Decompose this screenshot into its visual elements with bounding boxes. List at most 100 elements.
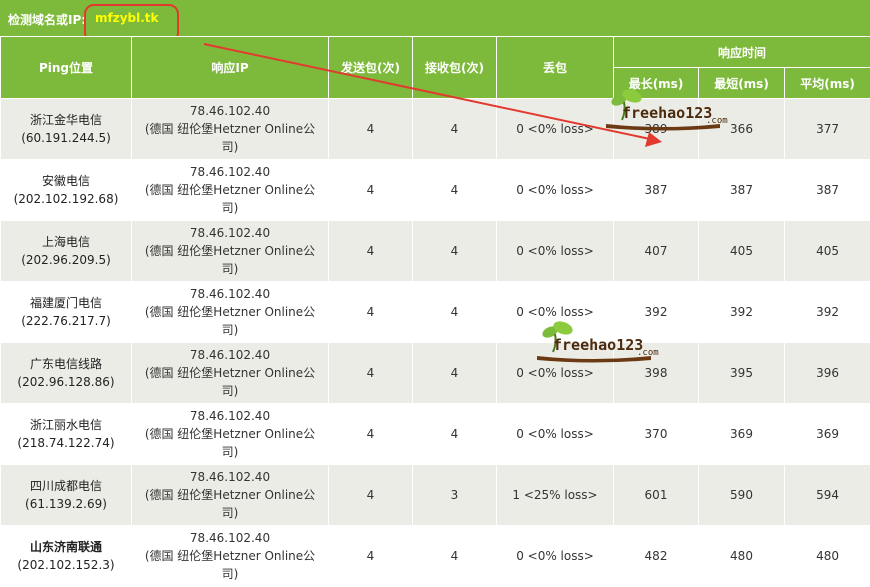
col-received: 接收包(次) xyxy=(413,37,497,99)
cell-min: 405 xyxy=(699,221,785,282)
cell-loss: 0 <0% loss> xyxy=(497,526,614,587)
response-ip-info-2: 司) xyxy=(132,321,328,339)
response-ip: 78.46.102.40 xyxy=(132,407,328,425)
cell-min: 480 xyxy=(699,526,785,587)
cell-ip: 78.46.102.40(德国 纽伦堡Hetzner Online公司) xyxy=(132,221,329,282)
cell-received: 4 xyxy=(413,526,497,587)
cell-avg: 594 xyxy=(785,465,870,526)
cell-location: 四川成都电信(61.139.2.69) xyxy=(1,465,132,526)
response-ip: 78.46.102.40 xyxy=(132,102,328,120)
query-label: 检测域名或IP: xyxy=(8,11,86,28)
cell-avg: 392 xyxy=(785,282,870,343)
cell-max: 601 xyxy=(614,465,699,526)
cell-location: 安徽电信(202.102.192.68) xyxy=(1,160,132,221)
table-row: 安徽电信(202.102.192.68)78.46.102.40(德国 纽伦堡H… xyxy=(1,160,870,221)
cell-received: 4 xyxy=(413,343,497,404)
response-ip-info: (德国 纽伦堡Hetzner Online公 xyxy=(132,120,328,138)
cell-received: 4 xyxy=(413,99,497,160)
cell-min: 395 xyxy=(699,343,785,404)
table-row: 四川成都电信(61.139.2.69)78.46.102.40(德国 纽伦堡He… xyxy=(1,465,870,526)
cell-loss: 0 <0% loss> xyxy=(497,221,614,282)
cell-ip: 78.46.102.40(德国 纽伦堡Hetzner Online公司) xyxy=(132,465,329,526)
response-ip-info: (德国 纽伦堡Hetzner Online公 xyxy=(132,486,328,504)
cell-sent: 4 xyxy=(329,99,413,160)
cell-ip: 78.46.102.40(德国 纽伦堡Hetzner Online公司) xyxy=(132,160,329,221)
location-ip: (218.74.122.74) xyxy=(1,434,131,452)
location-name: 福建厦门电信 xyxy=(1,294,131,312)
cell-received: 4 xyxy=(413,404,497,465)
cell-loss: 1 <25% loss> xyxy=(497,465,614,526)
col-sent: 发送包(次) xyxy=(329,37,413,99)
location-name: 浙江金华电信 xyxy=(1,111,131,129)
cell-min: 392 xyxy=(699,282,785,343)
response-ip-info-2: 司) xyxy=(132,443,328,461)
cell-received: 4 xyxy=(413,282,497,343)
table-row: 浙江丽水电信(218.74.122.74)78.46.102.40(德国 纽伦堡… xyxy=(1,404,870,465)
cell-ip: 78.46.102.40(德国 纽伦堡Hetzner Online公司) xyxy=(132,99,329,160)
cell-min: 387 xyxy=(699,160,785,221)
cell-sent: 4 xyxy=(329,465,413,526)
cell-received: 4 xyxy=(413,221,497,282)
response-ip-info-2: 司) xyxy=(132,138,328,156)
cell-avg: 369 xyxy=(785,404,870,465)
table-row: 山东济南联通(202.102.152.3)78.46.102.40(德国 纽伦堡… xyxy=(1,526,870,587)
cell-ip: 78.46.102.40(德国 纽伦堡Hetzner Online公司) xyxy=(132,526,329,587)
response-ip: 78.46.102.40 xyxy=(132,285,328,303)
response-ip-info-2: 司) xyxy=(132,199,328,217)
location-name: 山东济南联通 xyxy=(1,538,131,556)
table-row: 广东电信线路(202.96.128.86)78.46.102.40(德国 纽伦堡… xyxy=(1,343,870,404)
location-name: 四川成都电信 xyxy=(1,477,131,495)
cell-avg: 387 xyxy=(785,160,870,221)
cell-avg: 480 xyxy=(785,526,870,587)
cell-sent: 4 xyxy=(329,221,413,282)
watermark-text-2: freehao123 xyxy=(553,336,643,354)
cell-sent: 4 xyxy=(329,526,413,587)
cell-min: 590 xyxy=(699,465,785,526)
col-response-time: 响应时间 xyxy=(614,37,870,68)
cell-sent: 4 xyxy=(329,404,413,465)
location-name: 广东电信线路 xyxy=(1,355,131,373)
cell-received: 3 xyxy=(413,465,497,526)
cell-avg: 377 xyxy=(785,99,870,160)
cell-loss: 0 <0% loss> xyxy=(497,99,614,160)
cell-location: 广东电信线路(202.96.128.86) xyxy=(1,343,132,404)
cell-ip: 78.46.102.40(德国 纽伦堡Hetzner Online公司) xyxy=(132,404,329,465)
cell-max: 407 xyxy=(614,221,699,282)
col-avg: 平均(ms) xyxy=(785,68,870,99)
watermark-suffix-2: .com xyxy=(637,348,659,358)
cell-loss: 0 <0% loss> xyxy=(497,160,614,221)
location-ip: (222.76.217.7) xyxy=(1,312,131,330)
cell-max: 387 xyxy=(614,160,699,221)
watermark-text: freehao123 xyxy=(622,104,712,122)
response-ip-info-2: 司) xyxy=(132,504,328,522)
response-ip: 78.46.102.40 xyxy=(132,468,328,486)
col-ip: 响应IP xyxy=(132,37,329,99)
response-ip-info: (德国 纽伦堡Hetzner Online公 xyxy=(132,364,328,382)
response-ip-info: (德国 纽伦堡Hetzner Online公 xyxy=(132,242,328,260)
response-ip: 78.46.102.40 xyxy=(132,163,328,181)
cell-location: 福建厦门电信(222.76.217.7) xyxy=(1,282,132,343)
cell-loss: 0 <0% loss> xyxy=(497,404,614,465)
response-ip-info-2: 司) xyxy=(132,565,328,583)
location-ip: (202.102.152.3) xyxy=(1,556,131,574)
table-row: 上海电信(202.96.209.5)78.46.102.40(德国 纽伦堡Het… xyxy=(1,221,870,282)
cell-location: 上海电信(202.96.209.5) xyxy=(1,221,132,282)
cell-sent: 4 xyxy=(329,282,413,343)
response-ip-info: (德国 纽伦堡Hetzner Online公 xyxy=(132,181,328,199)
location-ip: (202.96.128.86) xyxy=(1,373,131,391)
response-ip: 78.46.102.40 xyxy=(132,346,328,364)
response-ip-info: (德国 纽伦堡Hetzner Online公 xyxy=(132,303,328,321)
cell-max: 370 xyxy=(614,404,699,465)
cell-avg: 396 xyxy=(785,343,870,404)
location-ip: (61.139.2.69) xyxy=(1,495,131,513)
col-loss: 丢包 xyxy=(497,37,614,99)
location-name: 安徽电信 xyxy=(1,172,131,190)
response-ip: 78.46.102.40 xyxy=(132,529,328,547)
cell-sent: 4 xyxy=(329,343,413,404)
watermark-logo-2: freehao123 .com xyxy=(533,318,673,368)
cell-avg: 405 xyxy=(785,221,870,282)
location-ip: (202.96.209.5) xyxy=(1,251,131,269)
col-location: Ping位置 xyxy=(1,37,132,99)
response-ip: 78.46.102.40 xyxy=(132,224,328,242)
response-ip-info-2: 司) xyxy=(132,260,328,278)
